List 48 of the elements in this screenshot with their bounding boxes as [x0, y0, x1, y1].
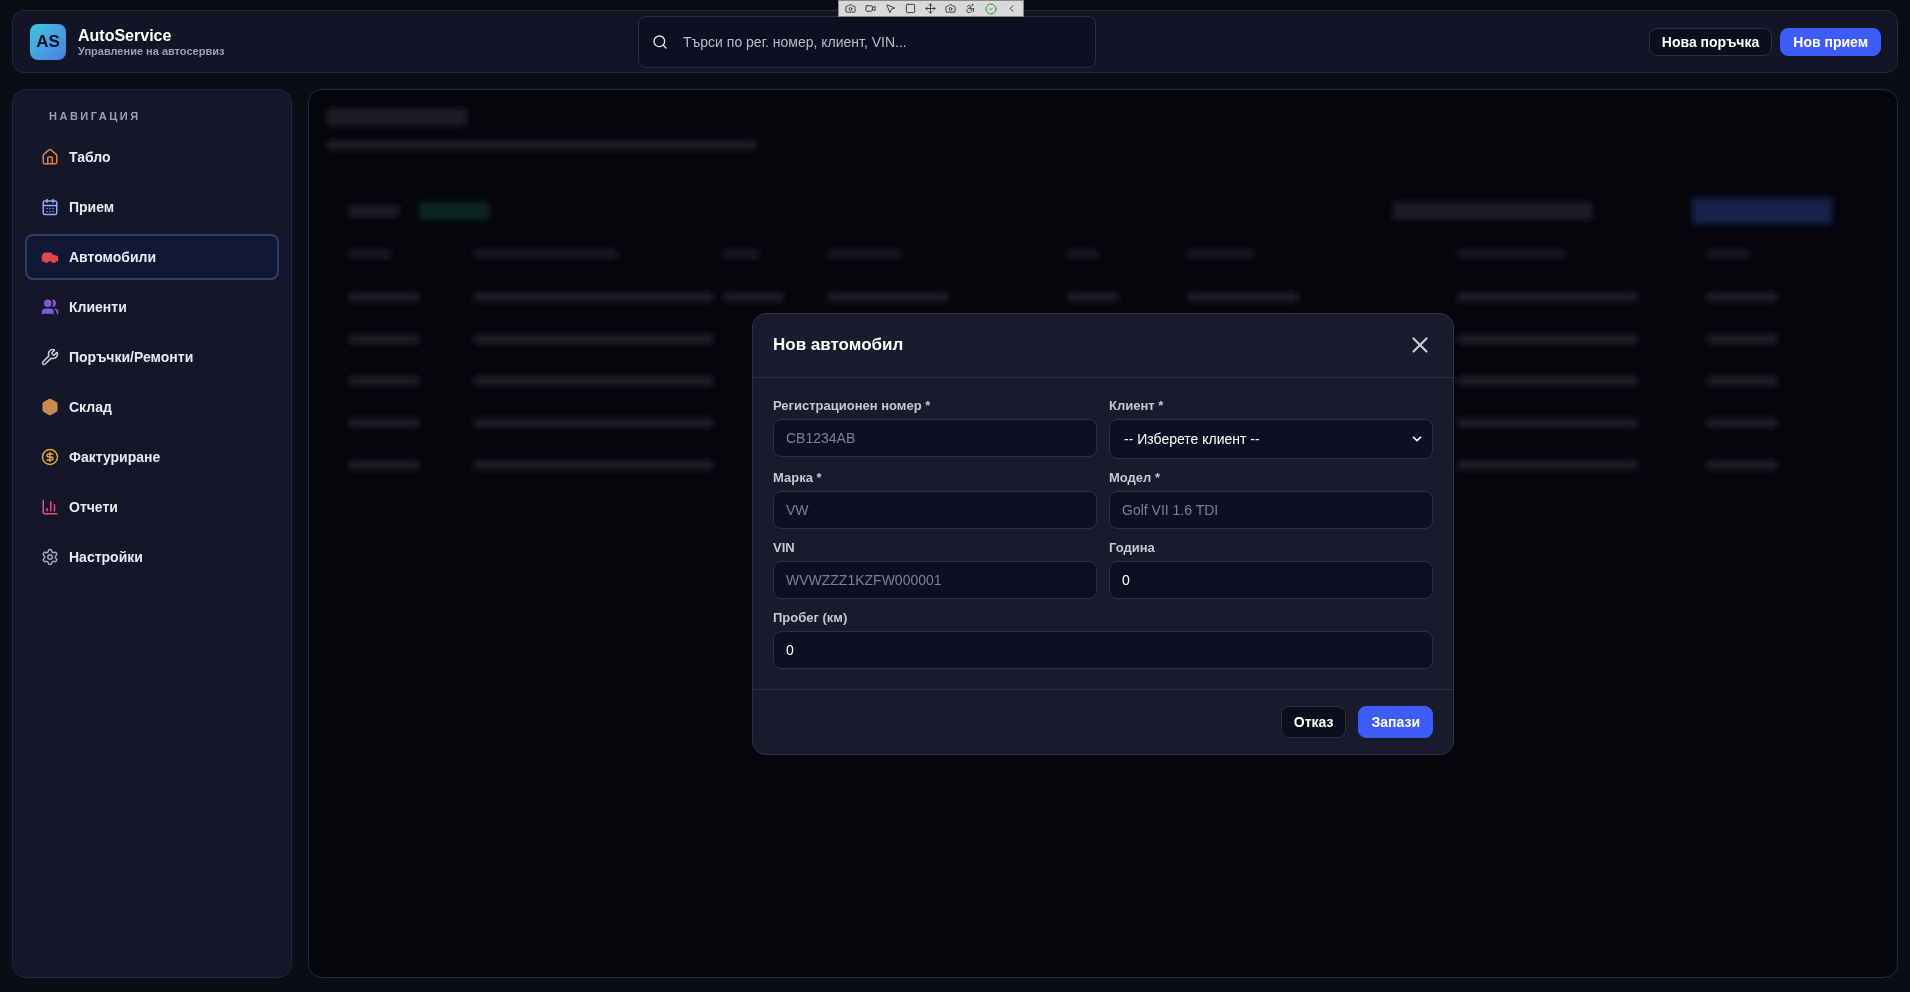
- dialog-title: Нов автомобил: [773, 335, 904, 355]
- sidebar-item[interactable]: Отчети: [25, 484, 279, 530]
- sidebar-item[interactable]: Автомобили: [25, 234, 279, 280]
- sidebar-item[interactable]: Поръчки/Ремонти: [25, 334, 279, 380]
- save-button[interactable]: Запази: [1358, 705, 1433, 738]
- field-label: Клиент *: [1109, 397, 1165, 413]
- house-icon: [41, 148, 59, 166]
- people-icon: [41, 298, 59, 316]
- input-field[interactable]: 0: [1109, 560, 1433, 599]
- input-field[interactable]: Golf VII 1.6 TDI: [1109, 490, 1433, 529]
- bar-chart-icon: [41, 498, 59, 516]
- sidebar-item[interactable]: Настройки: [25, 534, 279, 580]
- input-field[interactable]: WVWZZZ1KZFW000001: [773, 560, 1097, 599]
- new-order-button[interactable]: Нова поръчка: [1648, 27, 1773, 56]
- calendar-icon: [41, 198, 59, 216]
- move-icon[interactable]: [925, 3, 936, 14]
- search-field[interactable]: Търси по рег. номер, клиент, VIN...: [638, 15, 1096, 68]
- input-field[interactable]: 0: [773, 630, 1433, 669]
- field-label: Пробег (км): [773, 609, 849, 625]
- pointer-icon[interactable]: [885, 3, 896, 14]
- input-field[interactable]: VW: [773, 490, 1097, 529]
- sidebar-item[interactable]: Прием: [25, 184, 279, 230]
- app-name: AutoService: [78, 26, 173, 45]
- settings-icon: [41, 548, 59, 566]
- field-label: Марка *: [773, 469, 823, 485]
- cancel-button[interactable]: Отказ: [1280, 705, 1347, 738]
- new-intake-button[interactable]: Нов прием: [1780, 27, 1881, 56]
- camera-icon[interactable]: [945, 3, 956, 14]
- app-logo: AS: [30, 23, 66, 60]
- sidebar-item[interactable]: Клиенти: [25, 284, 279, 330]
- wrench-icon: [41, 348, 59, 366]
- square-icon[interactable]: [905, 3, 916, 14]
- input-field[interactable]: CB1234AB: [773, 418, 1097, 457]
- sidebar-item[interactable]: Склад: [25, 384, 279, 430]
- field-label: Модел *: [1109, 469, 1161, 485]
- sidebar-item[interactable]: Фактуриране: [25, 434, 279, 480]
- screenshot-icon[interactable]: [845, 3, 856, 14]
- field-label: Година: [1109, 539, 1156, 555]
- sidebar-item[interactable]: Табло: [25, 134, 279, 180]
- client-select[interactable]: -- Изберете клиент --: [1109, 418, 1433, 459]
- accessibility-icon[interactable]: [965, 3, 976, 14]
- search-icon: [652, 33, 668, 50]
- app-subtitle: Управление на автосервиз: [78, 44, 226, 57]
- check-icon[interactable]: [985, 2, 997, 15]
- nav-heading: НАВИГАЦИЯ: [48, 110, 142, 124]
- video-icon[interactable]: [865, 3, 876, 14]
- field-label: VIN: [773, 539, 796, 555]
- field-label: Регистрационен номер *: [773, 397, 932, 413]
